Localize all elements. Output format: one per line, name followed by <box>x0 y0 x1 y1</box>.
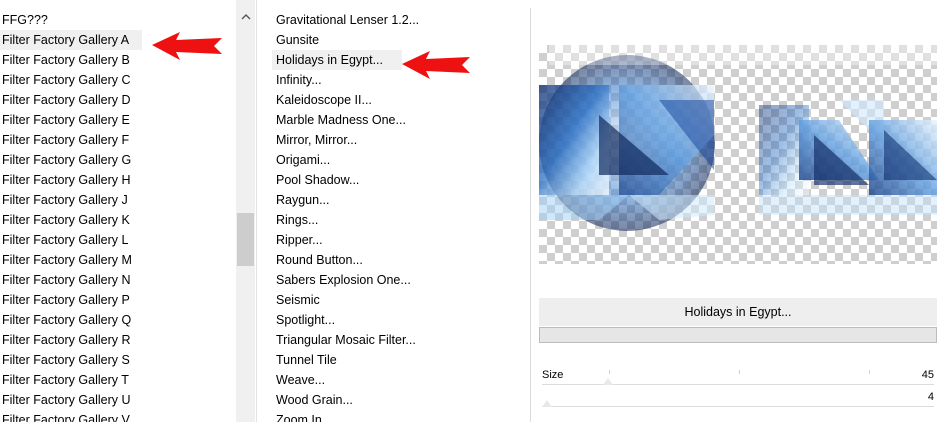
category-item[interactable]: FFG??? <box>0 10 48 30</box>
category-item[interactable]: Filter Factory Gallery S <box>0 350 130 370</box>
slider-tick <box>869 370 870 374</box>
category-item[interactable]: Filter Factory Gallery G <box>0 150 131 170</box>
param-value: 45 <box>921 369 934 381</box>
category-item[interactable]: Filter Factory Gallery K <box>0 210 130 230</box>
filter-item[interactable]: Wood Grain... <box>272 390 353 410</box>
list-divider <box>256 0 257 422</box>
category-item[interactable]: Filter Factory Gallery L <box>0 230 128 250</box>
pane-divider <box>530 8 531 422</box>
filter-item[interactable]: Holidays in Egypt... <box>272 50 402 70</box>
category-list[interactable]: FFG??? Filter Factory Gallery A Filter Fac… <box>0 0 236 422</box>
chevron-up-icon[interactable] <box>236 8 255 25</box>
category-item[interactable]: Filter Factory Gallery M <box>0 250 132 270</box>
filter-item[interactable]: Gunsite <box>272 30 319 50</box>
category-item[interactable]: Filter Factory Gallery F <box>0 130 129 150</box>
category-item[interactable]: Filter Factory Gallery H <box>0 170 131 190</box>
category-item[interactable]: Filter Factory Gallery N <box>0 270 131 290</box>
category-item[interactable]: Filter Factory Gallery E <box>0 110 130 130</box>
param-row-2[interactable]: 4 <box>539 388 937 408</box>
slider-thumb[interactable] <box>603 378 613 385</box>
filter-item[interactable]: Weave... <box>272 370 325 390</box>
category-item[interactable]: Filter Factory Gallery V <box>0 410 130 422</box>
filter-item[interactable]: Pool Shadow... <box>272 170 359 190</box>
filter-item[interactable]: Rings... <box>272 210 318 230</box>
filter-item[interactable]: Infinity... <box>272 70 322 90</box>
category-item[interactable]: Filter Factory Gallery A <box>0 30 142 50</box>
category-item[interactable]: Filter Factory Gallery U <box>0 390 131 410</box>
slider-tick <box>739 370 740 374</box>
progress-bar <box>539 327 937 343</box>
filter-item[interactable]: Triangular Mosaic Filter... <box>272 330 416 350</box>
parameter-panel: Size 45 4 <box>539 366 937 422</box>
slider-thumb[interactable] <box>542 400 552 407</box>
slider-track[interactable] <box>542 406 934 407</box>
category-item[interactable]: Filter Factory Gallery D <box>0 90 131 110</box>
slider-track[interactable] <box>542 384 934 385</box>
red-arrow-icon <box>402 51 470 79</box>
filter-name-display: Holidays in Egypt... <box>539 298 937 326</box>
preview-image <box>539 45 937 264</box>
filter-item[interactable]: Zoom In... <box>272 410 332 422</box>
category-item[interactable]: Filter Factory Gallery Q <box>0 310 131 330</box>
filter-item[interactable]: Gravitational Lenser 1.2... <box>272 10 419 30</box>
category-item[interactable]: Filter Factory Gallery R <box>0 330 131 350</box>
filter-item[interactable]: Seismic <box>272 290 320 310</box>
filter-item[interactable]: Raygun... <box>272 190 330 210</box>
filter-list[interactable]: Gravitational Lenser 1.2... Gunsite Holida… <box>266 0 528 422</box>
filter-item[interactable]: Mirror, Mirror... <box>272 130 357 150</box>
slider-tick <box>609 370 610 374</box>
category-item[interactable]: Filter Factory Gallery C <box>0 70 131 90</box>
filter-item[interactable]: Tunnel Tile <box>272 350 337 370</box>
filter-item[interactable]: Ripper... <box>272 230 323 250</box>
filter-item[interactable]: Spotlight... <box>272 310 335 330</box>
param-row-size[interactable]: Size 45 <box>539 366 937 386</box>
filter-item[interactable]: Sabers Explosion One... <box>272 270 411 290</box>
category-scrollbar[interactable] <box>236 0 255 422</box>
filter-item[interactable]: Round Button... <box>272 250 363 270</box>
scroll-thumb[interactable] <box>237 213 254 266</box>
category-item[interactable]: Filter Factory Gallery T <box>0 370 129 390</box>
filter-item[interactable]: Marble Madness One... <box>272 110 406 130</box>
category-item[interactable]: Filter Factory Gallery P <box>0 290 130 310</box>
red-arrow-icon <box>152 32 222 60</box>
param-value: 4 <box>927 391 934 403</box>
param-label: Size <box>542 369 564 381</box>
filter-item[interactable]: Origami... <box>272 150 330 170</box>
category-item[interactable]: Filter Factory Gallery J <box>0 190 128 210</box>
category-item[interactable]: Filter Factory Gallery B <box>0 50 130 70</box>
filter-item[interactable]: Kaleidoscope II... <box>272 90 372 110</box>
